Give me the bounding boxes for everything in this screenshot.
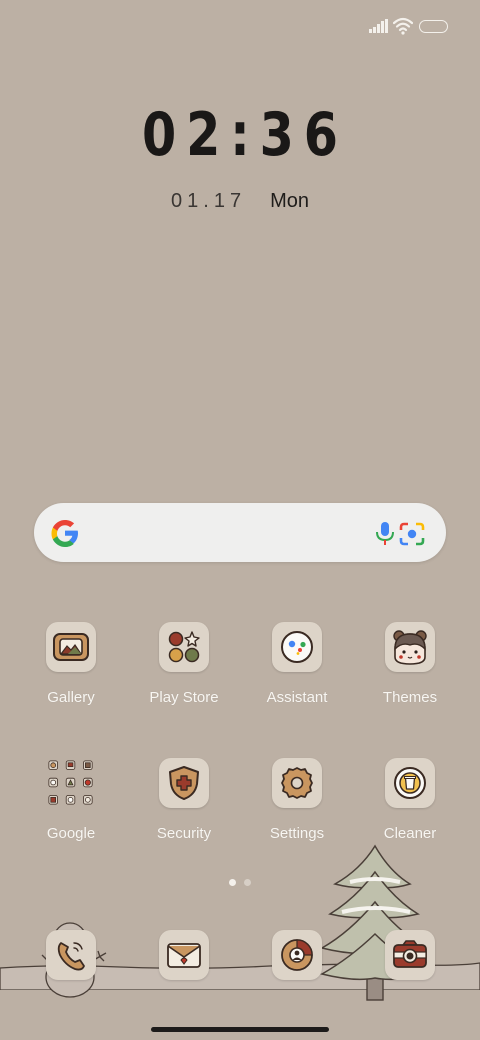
- app-settings[interactable]: Settings: [241, 758, 353, 842]
- dock-phone[interactable]: [15, 930, 127, 980]
- dock-messages[interactable]: [128, 930, 240, 980]
- app-label: Settings: [269, 825, 325, 842]
- app-label: Play Store: [149, 689, 219, 706]
- google-g-icon: [51, 520, 78, 547]
- assistant-icon: [272, 622, 322, 672]
- status-bar: [0, 0, 480, 56]
- clock-date: 01.17 Mon: [0, 190, 480, 213]
- google-folder-icon: [46, 758, 96, 808]
- app-label: Security: [156, 825, 212, 842]
- signal-icon: [369, 19, 388, 33]
- dock-browser[interactable]: [241, 930, 353, 980]
- app-label: Themes: [382, 689, 438, 706]
- date-text: 01.17: [171, 190, 247, 212]
- app-cleaner[interactable]: Cleaner: [354, 758, 466, 842]
- app-gallery[interactable]: Gallery: [15, 622, 127, 706]
- dock-camera[interactable]: [354, 930, 466, 980]
- app-label: Assistant: [266, 689, 328, 706]
- clock-time[interactable]: 02:36: [43, 100, 437, 170]
- security-icon: [159, 758, 209, 808]
- battery-icon: [419, 20, 448, 33]
- microphone-icon[interactable]: [374, 521, 396, 547]
- app-label: Gallery: [47, 689, 95, 706]
- page-indicator: [0, 879, 480, 887]
- themes-icon: [385, 622, 435, 672]
- app-label: Cleaner: [383, 825, 437, 842]
- page-dot-active: [229, 879, 236, 886]
- app-security[interactable]: Security: [128, 758, 240, 842]
- weekday-text: Mon: [270, 190, 309, 212]
- play-store-icon: [159, 622, 209, 672]
- wifi-icon: [393, 17, 413, 35]
- gallery-icon: [46, 622, 96, 672]
- app-assistant[interactable]: Assistant: [241, 622, 353, 706]
- google-search-bar[interactable]: [34, 503, 446, 562]
- browser-icon: [272, 930, 322, 980]
- app-themes[interactable]: Themes: [354, 622, 466, 706]
- app-play-store[interactable]: Play Store: [128, 622, 240, 706]
- phone-icon: [46, 930, 96, 980]
- page-dot: [244, 879, 251, 886]
- messages-icon: [159, 930, 209, 980]
- cleaner-icon: [385, 758, 435, 808]
- app-label: Google: [46, 825, 96, 842]
- home-gesture-bar[interactable]: [151, 1027, 329, 1032]
- settings-icon: [272, 758, 322, 808]
- app-google-folder[interactable]: Google: [15, 758, 127, 842]
- camera-icon: [385, 930, 435, 980]
- google-lens-icon[interactable]: [398, 521, 426, 547]
